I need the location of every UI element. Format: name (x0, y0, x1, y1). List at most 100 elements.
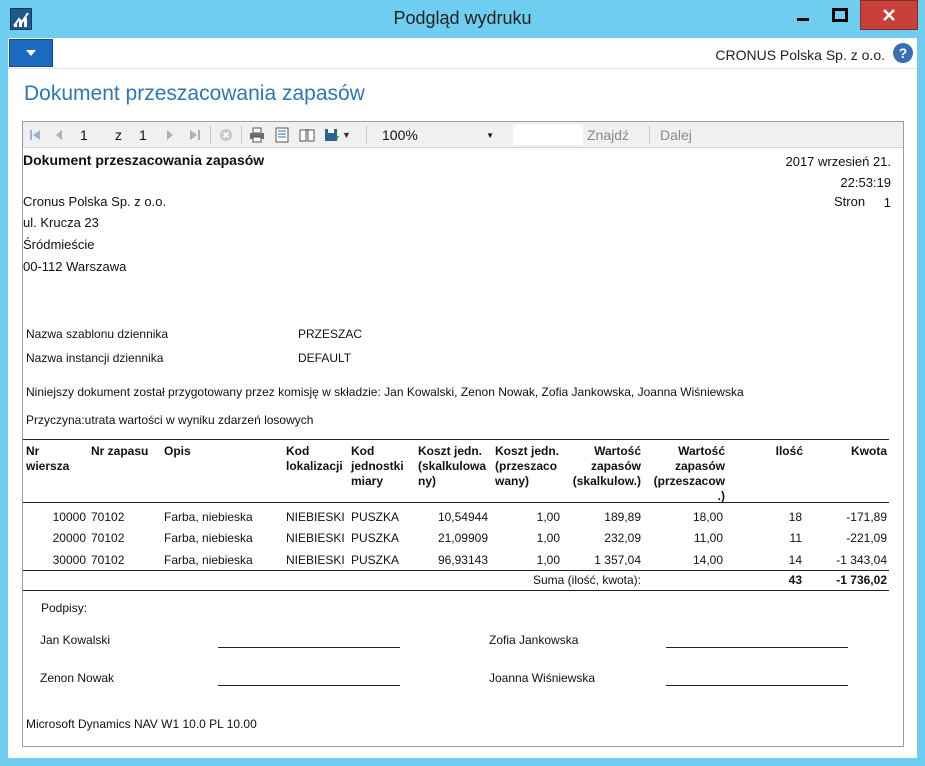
row-item-no: 70102 (91, 531, 125, 545)
report-toolbar: 1 z 1 ▼ 100% ▼ Znajdź Dalej (23, 122, 903, 148)
row-uom: PUSZKA (351, 553, 400, 567)
row-value-reval: 14,00 (692, 553, 723, 567)
total-amount: -1 736,02 (836, 573, 887, 587)
row-value-reval: 18,00 (692, 510, 723, 524)
save-export-icon (323, 126, 341, 144)
signer-name: Zenon Nowak (40, 671, 115, 685)
page-label: Stron (834, 194, 866, 209)
report-title: Dokument przeszacowania zapasów (23, 152, 265, 168)
row-amount: -221,09 (846, 531, 887, 545)
row-description: Farba, niebieska (164, 510, 253, 524)
row-uom: PUSZKA (351, 531, 400, 545)
first-page-icon (26, 126, 44, 144)
row-value-calc: 232,09 (604, 531, 641, 545)
header-bottom-border (23, 502, 889, 503)
maximize-button[interactable] (820, 0, 860, 30)
row-value-calc: 189,89 (604, 510, 641, 524)
signatures-label: Podpisy: (41, 601, 88, 615)
column-header: Koszt jedn. (skalkulowa ny) (418, 444, 487, 488)
toolbar-separator (649, 126, 650, 144)
column-header: Opis (164, 444, 191, 458)
company-name: CRONUS Polska Sp. z o.o. (715, 47, 885, 63)
row-amount: -1 343,04 (836, 553, 887, 567)
row-item-no: 70102 (91, 510, 125, 524)
print-button[interactable] (248, 122, 266, 148)
signer-name: Joanna Wiśniewska (489, 671, 596, 685)
row-quantity: 11 (789, 531, 802, 545)
address-line: 00-112 Warszawa (23, 259, 127, 274)
print-layout-button[interactable] (273, 122, 291, 148)
total-label: Suma (ilość, kwota): (532, 573, 641, 587)
row-unit-cost-reval: 1,00 (536, 553, 560, 567)
table-top-border (23, 439, 889, 440)
client-area: CRONUS Polska Sp. z o.o. ? Dokument prze… (8, 38, 917, 758)
application-menu-button[interactable] (9, 39, 53, 67)
signer-name: Zofia Jankowska (489, 633, 579, 647)
column-header: Koszt jedn. (przeszaco wany) (495, 444, 560, 488)
report-page: Dokument przeszacowania zapasów 2017 wrz… (23, 148, 903, 746)
find-next-button[interactable]: Dalej (660, 122, 692, 148)
last-page-icon (186, 126, 204, 144)
find-button[interactable]: Znajdź (587, 122, 629, 148)
signature-line (666, 685, 848, 686)
help-icon[interactable]: ? (893, 43, 913, 63)
column-header: Nr zapasu (91, 444, 149, 458)
address-line: Śródmieście (23, 237, 95, 252)
row-unit-cost-calc: 10,54944 (437, 510, 488, 524)
row-unit-cost-reval: 1,00 (536, 510, 560, 524)
column-header: Kod lokalizacji (286, 444, 343, 473)
book-icon (298, 126, 316, 144)
page-title: Dokument przeszacowania zapasów (24, 82, 365, 105)
close-icon (883, 9, 895, 21)
next-page-button[interactable] (161, 122, 179, 148)
chevron-down-icon (26, 50, 36, 56)
row-amount: -171,89 (846, 510, 887, 524)
stop-icon (217, 126, 235, 144)
row-quantity: 18 (788, 510, 802, 524)
export-button[interactable]: ▼ (323, 122, 351, 148)
row-value-calc: 1 357,04 (594, 553, 641, 567)
journal-batch-label: Nazwa instancji dziennika (26, 351, 164, 365)
row-location: NIEBIESKI (286, 531, 345, 545)
row-line-no: 30000 (52, 553, 86, 567)
stop-button[interactable] (217, 122, 235, 148)
previous-page-button[interactable] (50, 122, 68, 148)
page-setup-button[interactable] (298, 122, 316, 148)
report-viewer: 1 z 1 ▼ 100% ▼ Znajdź Dalej Dokument prz… (22, 121, 904, 747)
row-description: Farba, niebieska (164, 531, 253, 545)
next-page-icon (161, 126, 179, 144)
zoom-select[interactable]: 100% ▼ (382, 122, 502, 148)
signature-line (218, 685, 400, 686)
last-page-button[interactable] (186, 122, 204, 148)
close-button[interactable] (860, 0, 918, 30)
find-text-input[interactable] (513, 125, 583, 145)
column-header: Wartość zapasów (przeszacow .) (653, 444, 725, 503)
report-date: 2017 wrzesień 21. (785, 154, 891, 169)
report-footer: Microsoft Dynamics NAV W1 10.0 PL 10.00 (26, 717, 257, 731)
first-page-button[interactable] (26, 122, 44, 148)
chevron-down-icon: ▼ (342, 130, 351, 140)
title-bar: Podgląd wydruku (0, 0, 925, 38)
journal-template-value: PRZESZAC (298, 327, 363, 341)
ribbon: CRONUS Polska Sp. z o.o. ? (8, 38, 917, 69)
page-number-input[interactable]: 1 (80, 122, 88, 148)
reason-text: Przyczyna:utrata wartości w wyniku zdarz… (26, 413, 314, 427)
maximize-icon (832, 8, 848, 22)
report-time: 22:53:19 (840, 175, 891, 190)
column-header: Ilość (775, 444, 803, 458)
row-location: NIEBIESKI (286, 553, 345, 567)
column-header: Wartość zapasów (skalkulow.) (572, 444, 641, 488)
page-of-label: z (115, 127, 122, 143)
journal-batch-value: DEFAULT (298, 351, 352, 365)
row-line-no: 20000 (52, 531, 86, 545)
row-value-reval: 11,00 (693, 531, 723, 545)
toolbar-separator (241, 126, 242, 144)
column-header: Nr wiersza (26, 444, 70, 473)
commission-text: Niniejszy dokument został przygotowany p… (26, 385, 744, 399)
row-quantity: 14 (788, 553, 802, 567)
row-location: NIEBIESKI (286, 510, 345, 524)
previous-page-icon (50, 126, 68, 144)
minimize-button[interactable] (786, 0, 820, 30)
row-unit-cost-calc: 96,93143 (437, 553, 488, 567)
toolbar-separator (210, 126, 211, 144)
